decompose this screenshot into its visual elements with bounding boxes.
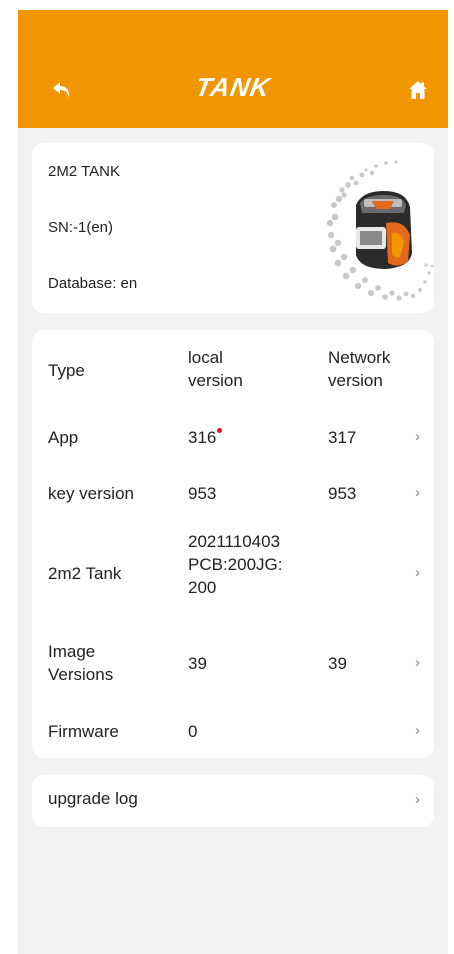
row-type: 2m2 Tank bbox=[48, 564, 122, 583]
chevron-right-icon: › bbox=[415, 654, 420, 671]
header-network-version: Network version bbox=[328, 348, 391, 390]
row-network: 953 bbox=[328, 484, 357, 503]
home-button[interactable] bbox=[406, 78, 430, 102]
chevron-right-icon: › bbox=[415, 791, 420, 808]
row-local: 0 bbox=[188, 722, 198, 741]
row-network: 39 bbox=[328, 654, 347, 673]
chevron-right-icon: › bbox=[415, 484, 420, 501]
row-local: 39 bbox=[188, 654, 207, 673]
device-sn: SN:-1(en) bbox=[48, 219, 114, 236]
row-type: key version bbox=[48, 484, 134, 503]
version-table-card: Type local version Network version App 3… bbox=[32, 330, 434, 758]
brand-title: TANK bbox=[193, 72, 273, 102]
row-type: Firmware bbox=[48, 722, 119, 741]
row-type: Image Versions bbox=[48, 642, 114, 684]
chevron-right-icon: › bbox=[415, 722, 420, 739]
home-icon bbox=[409, 81, 427, 99]
row-type: App bbox=[48, 428, 79, 447]
row-local: 953 bbox=[188, 484, 217, 503]
header-local-version: local version bbox=[188, 348, 243, 390]
tank-device-icon bbox=[326, 160, 434, 301]
chevron-right-icon: › bbox=[415, 564, 420, 581]
update-dot bbox=[217, 428, 223, 433]
row-network: 317 bbox=[328, 428, 357, 447]
chevron-right-icon: › bbox=[415, 428, 420, 445]
row-local: 316 bbox=[188, 426, 223, 449]
upgrade-log-label: upgrade log bbox=[48, 789, 138, 808]
device-name: 2M2 TANK bbox=[48, 163, 120, 180]
header-type: Type bbox=[48, 361, 85, 380]
row-local: 2021110403 PCB:200JG: 200 bbox=[188, 532, 283, 597]
device-info-card: 2M2 TANK SN:-1(en) Database: en bbox=[32, 143, 434, 313]
upgrade-log-item[interactable]: upgrade log › bbox=[32, 775, 434, 827]
phone-screen: TANK 2M2 TANK SN:-1(en) Database: en Typ… bbox=[18, 10, 448, 954]
device-database: Database: en bbox=[48, 275, 138, 292]
app-header: TANK bbox=[18, 10, 448, 128]
